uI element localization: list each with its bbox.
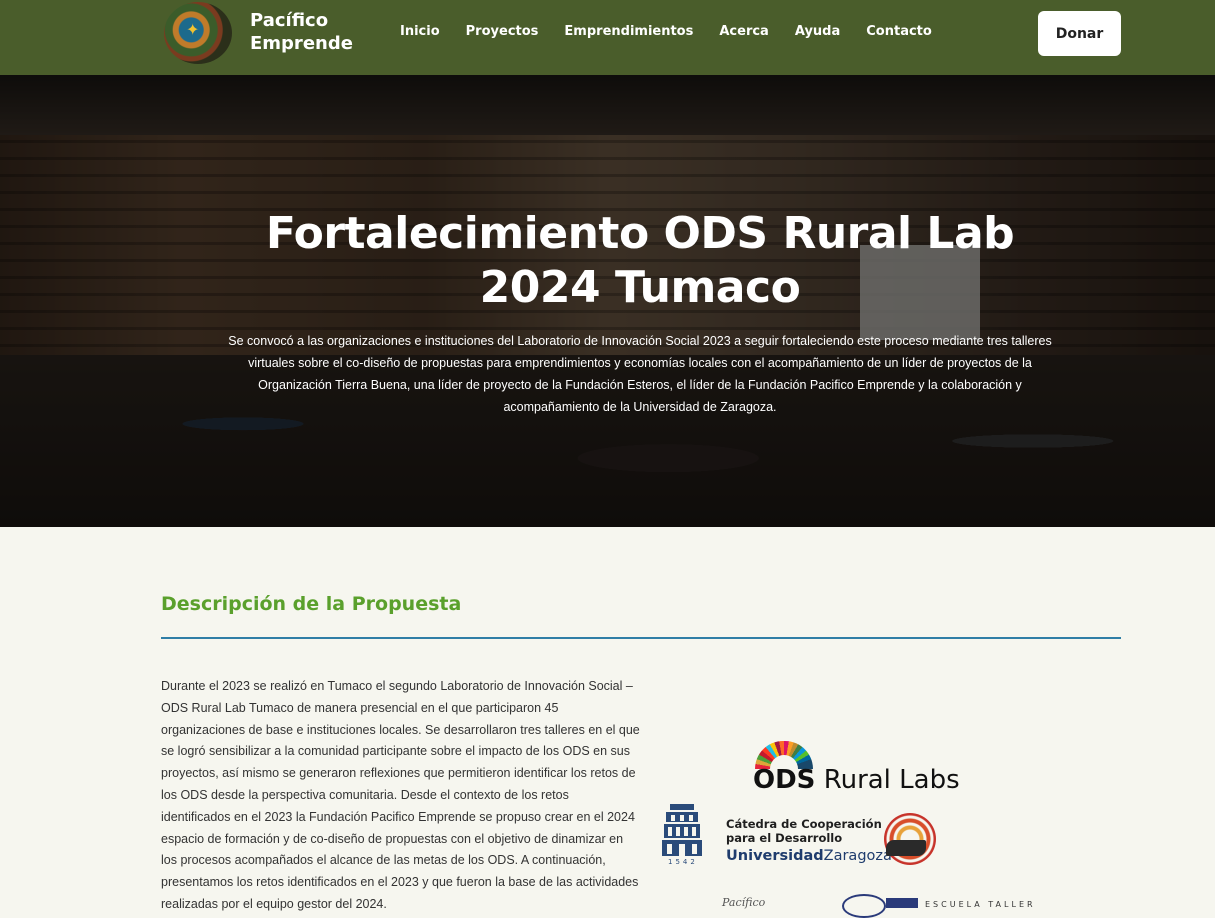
escuela-taller-mark-icon	[886, 898, 918, 908]
brand-name[interactable]: Pacífico Emprende	[250, 9, 353, 55]
brand-line-2[interactable]: Emprende	[250, 32, 353, 55]
university-founding-year: 1542	[668, 858, 698, 866]
catedra-line-2: para el Desarrollo	[726, 831, 843, 845]
nav-item-contacto[interactable]: Contacto	[866, 24, 932, 39]
university-tower-icon	[662, 804, 702, 856]
escuela-taller-emblem-icon	[842, 894, 886, 918]
nav-item-proyectos[interactable]: Proyectos	[466, 24, 539, 39]
main-menu: Inicio Proyectos Emprendimientos Acerca …	[400, 24, 932, 39]
brand-line-1[interactable]: Pacífico	[250, 9, 353, 32]
nav-item-emprendimientos[interactable]: Emprendimientos	[564, 24, 693, 39]
section-body: Durante el 2023 se realizó en Tumaco el …	[161, 679, 640, 911]
pacifico-small-logo: Pacífico	[722, 896, 766, 909]
universidad-zaragoza-logo: UniversidadZaragoza	[726, 848, 892, 864]
nav-item-inicio[interactable]: Inicio	[400, 24, 440, 39]
univ-bold: Universidad	[726, 848, 824, 864]
hero-description: Se convocó a las organizaciones e instit…	[228, 334, 1052, 414]
nav-item-ayuda[interactable]: Ayuda	[795, 24, 840, 39]
hand-icon	[886, 840, 926, 856]
cooperation-circles-icon	[884, 813, 936, 865]
univ-rest: Zaragoza	[823, 848, 892, 864]
catedra-logo-text: Cátedra de Cooperación para el Desarroll…	[726, 817, 882, 845]
bird-icon: ✦	[186, 20, 200, 39]
section-divider	[161, 637, 1121, 639]
donate-button[interactable]: Donar	[1038, 11, 1121, 56]
ods-logo-bold: ODS	[753, 765, 816, 795]
pacifico-emprende-logo[interactable]: ✦	[164, 2, 232, 64]
nav-item-acerca[interactable]: Acerca	[719, 24, 768, 39]
ods-rural-labs-logo: ODS Rural Labs	[753, 765, 960, 795]
section-title: Descripción de la Propuesta	[161, 593, 462, 615]
top-navbar: ✦ Pacífico Emprende Inicio Proyectos Emp…	[0, 0, 1215, 75]
hero-title: Fortalecimiento ODS Rural Lab 2024 Tumac…	[265, 208, 1015, 313]
hero-banner: Fortalecimiento ODS Rural Lab 2024 Tumac…	[0, 75, 1215, 527]
catedra-line-1: Cátedra de Cooperación	[726, 817, 882, 831]
ods-logo-rest: Rural Labs	[823, 765, 960, 795]
escuela-taller-logo: ESCUELA TALLER	[925, 900, 1036, 909]
